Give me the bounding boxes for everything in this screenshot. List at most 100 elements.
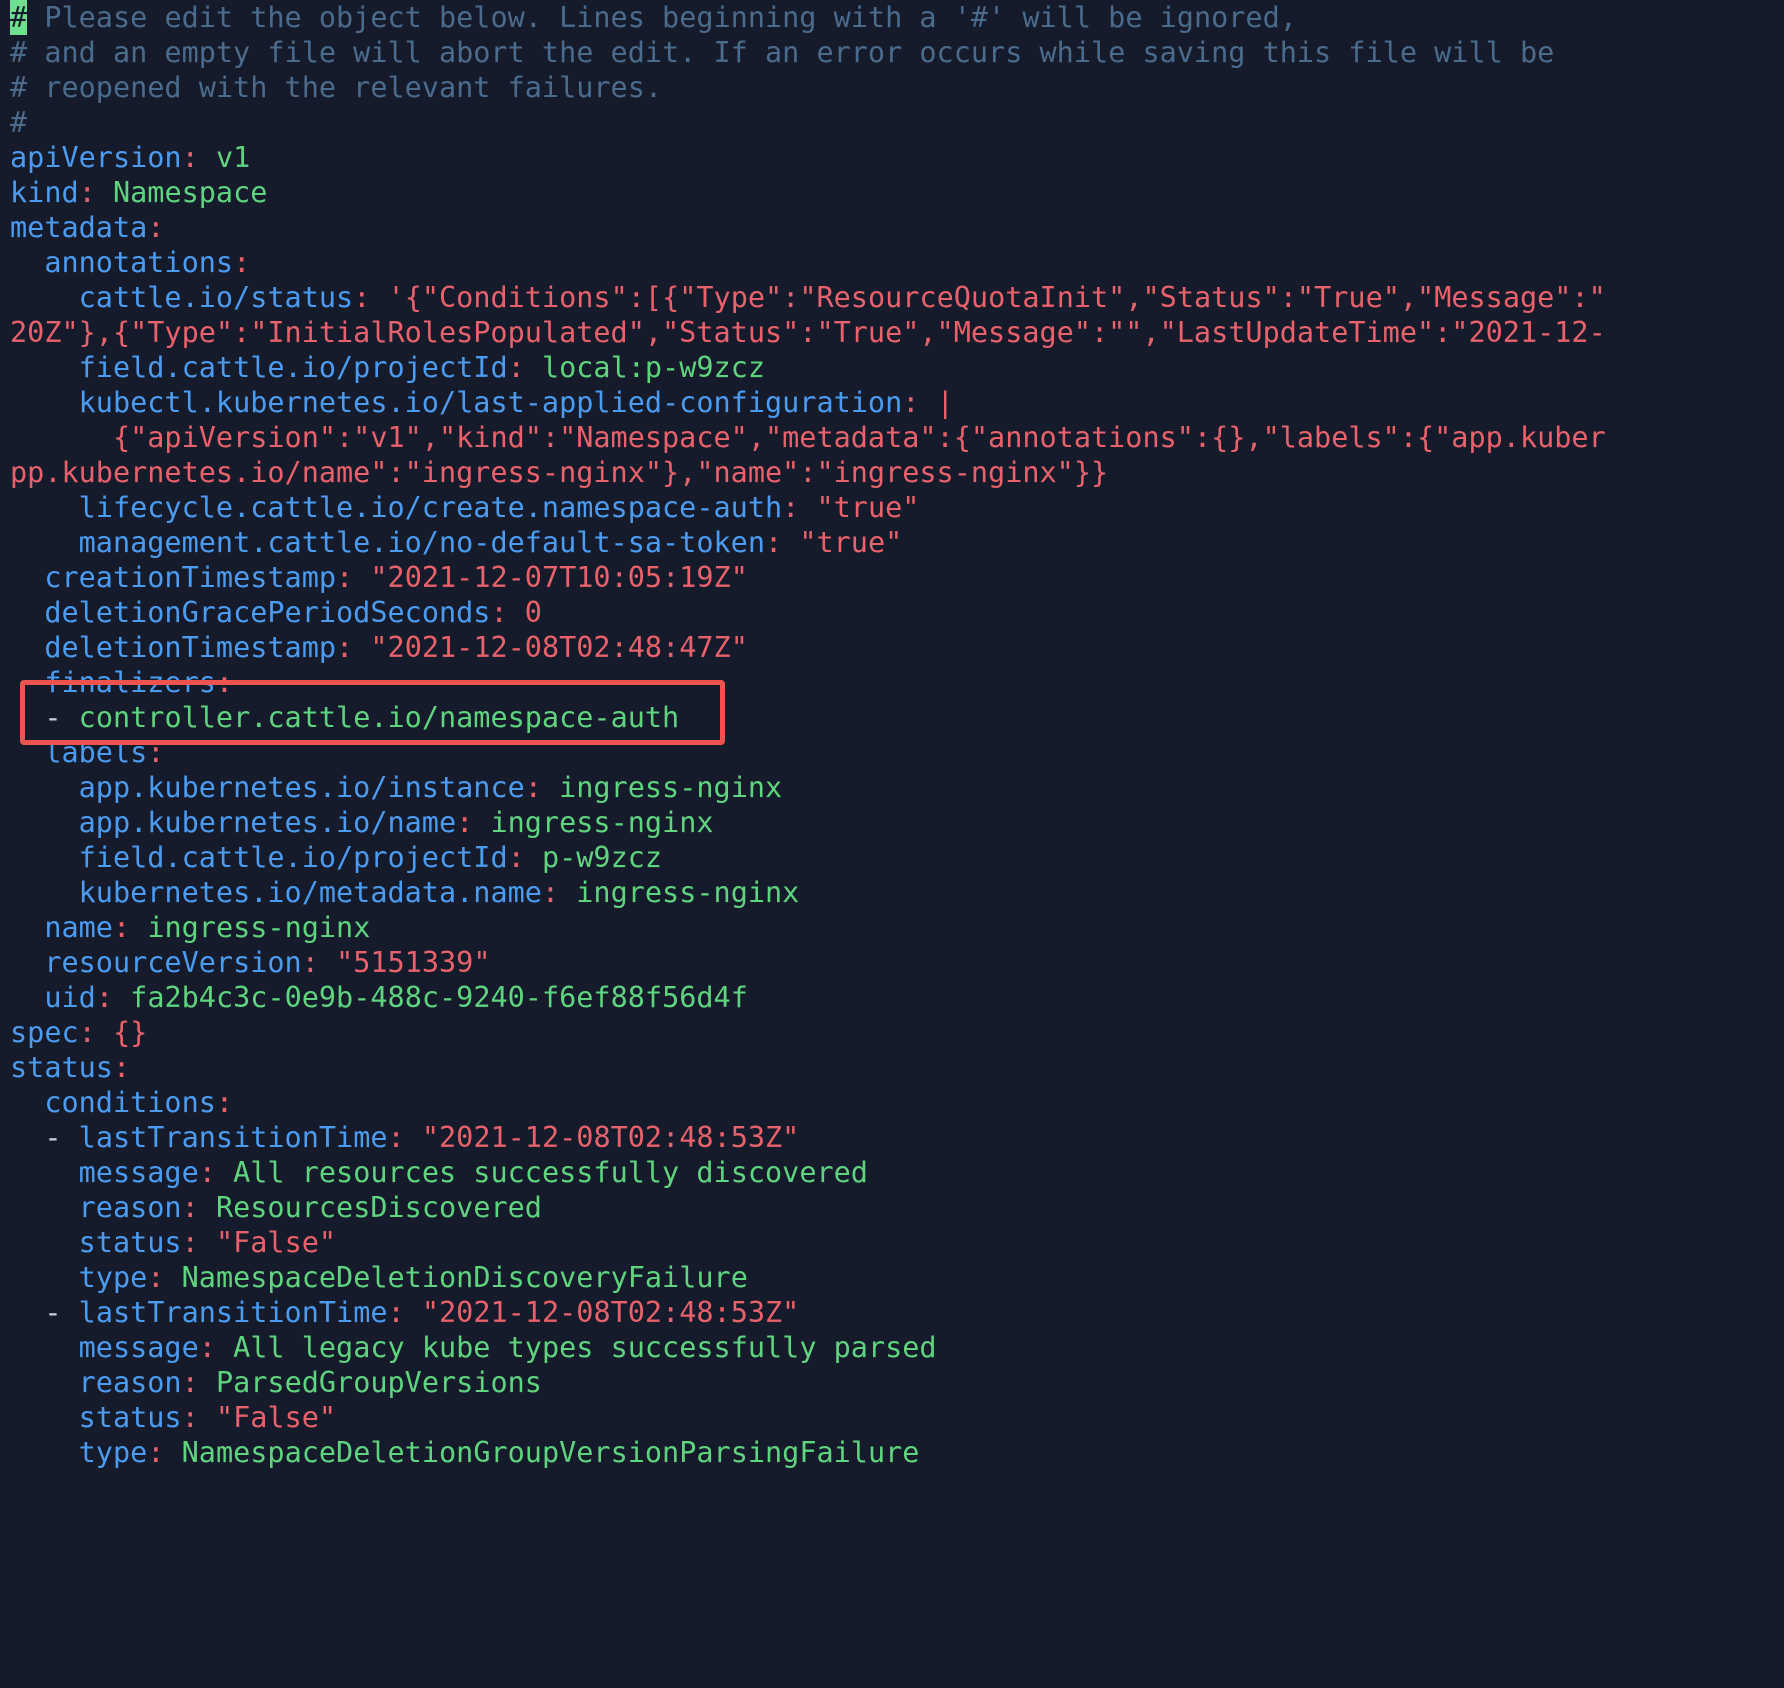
code-line[interactable]: kubernetes.io/metadata.name: ingress-ngi… [0,875,1784,910]
code-line[interactable]: - controller.cattle.io/namespace-auth [0,700,1784,735]
code-line[interactable]: type: NamespaceDeletionDiscoveryFailure [0,1260,1784,1295]
token-punct: : [507,841,525,874]
code-line[interactable]: resourceVersion: "5151339" [0,945,1784,980]
code-line[interactable]: # [0,105,1784,140]
token-key: reason [78,1191,182,1224]
code-line[interactable]: status: "False" [0,1400,1784,1435]
token-key: app.kubernetes.io/instance [78,771,525,804]
code-line[interactable]: spec: {} [0,1015,1784,1050]
code-line[interactable]: field.cattle.io/projectId: p-w9zcz [0,840,1784,875]
token-key: message [78,1331,199,1364]
token-value: All resources successfully discovered [233,1156,868,1189]
code-line[interactable]: 20Z"},{"Type":"InitialRolesPopulated","S… [0,315,1784,350]
code-line[interactable]: kubectl.kubernetes.io/last-applied-confi… [0,385,1784,420]
token-value: ingress-nginx [147,911,371,944]
code-line[interactable]: - lastTransitionTime: "2021-12-08T02:48:… [0,1295,1784,1330]
code-line[interactable]: management.cattle.io/no-default-sa-token… [0,525,1784,560]
token-comment: # [10,106,28,139]
code-line[interactable]: lifecycle.cattle.io/create.namespace-aut… [0,490,1784,525]
code-line[interactable]: reason: ResourcesDiscovered [0,1190,1784,1225]
code-line[interactable]: {"apiVersion":"v1","kind":"Namespace","m… [0,420,1784,455]
code-line[interactable]: cattle.io/status: '{"Conditions":[{"Type… [0,280,1784,315]
code-line[interactable]: kind: Namespace [0,175,1784,210]
code-line[interactable]: annotations: [0,245,1784,280]
token-value: fa2b4c3c-0e9b-488c-9240-f6ef88f56d4f [130,981,748,1014]
token-string: "2021-12-08T02:48:47Z" [370,631,748,664]
token-key: field.cattle.io/projectId [78,351,508,384]
code-line[interactable]: metadata: [0,210,1784,245]
code-line[interactable]: deletionTimestamp: "2021-12-08T02:48:47Z… [0,630,1784,665]
code-line[interactable]: type: NamespaceDeletionGroupVersionParsi… [0,1435,1784,1470]
code-line[interactable]: uid: fa2b4c3c-0e9b-488c-9240-f6ef88f56d4… [0,980,1784,1015]
token-punct: : [147,211,165,244]
code-line[interactable]: name: ingress-nginx [0,910,1784,945]
token-punct: : [198,1331,216,1364]
code-line[interactable]: conditions: [0,1085,1784,1120]
code-line[interactable]: finalizers: [0,665,1784,700]
code-line[interactable]: # reopened with the relevant failures. [0,70,1784,105]
token-key: uid [44,981,96,1014]
token-key: reason [78,1366,182,1399]
code-line[interactable]: # Please edit the object below. Lines be… [0,0,1784,35]
yaml-code-area[interactable]: # Please edit the object below. Lines be… [0,0,1784,1470]
token-punct: : [456,806,474,839]
yaml-editor-viewport[interactable]: # Please edit the object below. Lines be… [0,0,1784,1688]
token-value: ResourcesDiscovered [215,1191,542,1224]
token-punct: : [336,631,354,664]
token-punct: : [147,736,165,769]
code-line[interactable]: app.kubernetes.io/instance: ingress-ngin… [0,770,1784,805]
token-punct: : [112,1051,131,1084]
code-line[interactable]: field.cattle.io/projectId: local:p-w9zcz [0,350,1784,385]
token-key: app.kubernetes.io/name [78,806,457,839]
code-line[interactable]: - lastTransitionTime: "2021-12-08T02:48:… [0,1120,1784,1155]
code-line[interactable]: status: "False" [0,1225,1784,1260]
code-line[interactable]: reason: ParsedGroupVersions [0,1365,1784,1400]
code-line[interactable]: app.kubernetes.io/name: ingress-nginx [0,805,1784,840]
code-line[interactable]: labels: [0,735,1784,770]
token-comment: # and an empty file will abort the edit.… [10,36,1555,69]
token-key: type [78,1436,148,1469]
token-dash: - [44,1296,79,1329]
code-line[interactable]: pp.kubernetes.io/name":"ingress-nginx"},… [0,455,1784,490]
code-line[interactable]: message: All legacy kube types successfu… [0,1330,1784,1365]
token-key: apiVersion [10,141,182,174]
token-string: "true" [816,491,920,524]
code-line[interactable]: creationTimestamp: "2021-12-07T10:05:19Z… [0,560,1784,595]
code-line[interactable]: deletionGracePeriodSeconds: 0 [0,595,1784,630]
code-line[interactable]: status: [0,1050,1784,1085]
code-line[interactable]: message: All resources successfully disc… [0,1155,1784,1190]
token-num: 0 [524,596,542,629]
token-dash: - [44,1121,79,1154]
token-punct: : [181,1401,199,1434]
token-value: ingress-nginx [576,876,800,909]
token-key: kubectl.kubernetes.io/last-applied-confi… [78,386,903,419]
code-line[interactable]: apiVersion: v1 [0,140,1784,175]
token-key: deletionTimestamp [44,631,337,664]
token-punct: : [147,1261,165,1294]
token-value: ingress-nginx [559,771,783,804]
code-line[interactable]: # and an empty file will abort the edit.… [0,35,1784,70]
token-key: cattle.io/status [78,281,354,314]
